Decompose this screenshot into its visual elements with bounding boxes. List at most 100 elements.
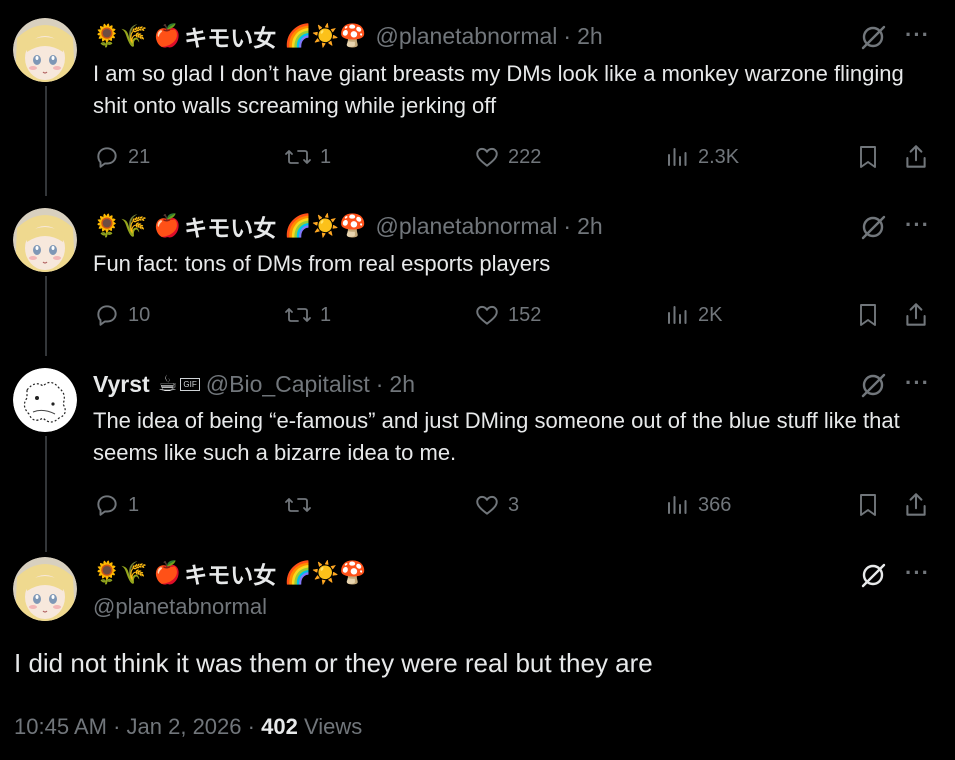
tweet-text: Fun fact: tons of DMs from real esports … — [93, 251, 551, 276]
share-icon — [906, 145, 926, 168]
post-time[interactable]: 10:45 AM — [14, 714, 107, 739]
separator-dot: · — [563, 212, 572, 239]
like-icon — [476, 495, 498, 515]
repost-button[interactable]: 1 — [284, 300, 331, 330]
repost-icon — [285, 498, 311, 512]
share-icon — [906, 303, 926, 326]
separator-dot: · — [563, 22, 572, 49]
bookmark-icon — [860, 494, 876, 516]
separator-dot: · — [247, 714, 262, 739]
avatar[interactable] — [13, 368, 77, 432]
timestamp[interactable]: 2h — [389, 371, 415, 398]
tweet-header: 🌻🌾 🍎 キモい女 🌈☀️🍄 @planetabnormal · 2h — [93, 209, 603, 243]
display-name[interactable]: キモい女 — [184, 19, 276, 53]
reply-count: 21 — [128, 145, 151, 168]
repost-icon — [285, 150, 311, 164]
post-date[interactable]: Jan 2, 2026 — [127, 714, 242, 739]
views-button[interactable]: 2.3K — [666, 142, 739, 172]
tweet-text: I did not think it was them or they were… — [14, 648, 653, 678]
views-button[interactable]: 366 — [666, 490, 731, 520]
like-button[interactable]: 152 — [474, 300, 541, 330]
tweet[interactable]: 🌻🌾 🍎 キモい女 🌈☀️🍄 @planetabnormal · 2h ··· … — [0, 190, 955, 356]
bookmark-button[interactable] — [856, 490, 880, 520]
bookmark-icon — [860, 146, 876, 168]
like-button[interactable]: 3 — [474, 490, 519, 520]
repost-count: 1 — [320, 303, 332, 326]
display-name-emoji-prefix: 🌻🌾 🍎 — [93, 213, 182, 238]
views-label: Views — [303, 714, 363, 739]
reply-button[interactable]: 21 — [94, 142, 150, 172]
share-icon — [906, 493, 926, 516]
user-handle[interactable]: @planetabnormal — [375, 23, 557, 50]
timestamp[interactable]: 2h — [577, 23, 603, 50]
user-handle[interactable]: @planetabnormal — [93, 594, 267, 620]
bookmark-icon — [860, 304, 876, 326]
bookmark-button[interactable] — [856, 142, 880, 172]
share-button[interactable] — [903, 142, 929, 172]
share-button[interactable] — [903, 490, 929, 520]
conversation-thread: 🌻🌾 🍎 キモい女 🌈☀️🍄 @planetabnormal · 2h ··· … — [0, 0, 955, 760]
avatar[interactable] — [13, 208, 77, 272]
avatar[interactable] — [13, 18, 77, 82]
user-handle[interactable]: @Bio_Capitalist — [206, 371, 370, 398]
reply-count: 1 — [128, 493, 140, 516]
tweet-text: The idea of being “e-famous” and just DM… — [93, 408, 900, 465]
display-name-emoji-suffix: 🌈☀️🍄 — [284, 560, 367, 585]
user-handle[interactable]: @planetabnormal — [375, 213, 557, 240]
like-count: 152 — [508, 303, 542, 326]
reply-icon — [97, 147, 117, 168]
display-name-emoji-prefix: 🌻🌾 🍎 — [93, 23, 182, 48]
display-name[interactable]: キモい女 — [184, 209, 276, 243]
views-count: 2.3K — [698, 145, 740, 168]
like-button[interactable]: 222 — [474, 142, 541, 172]
display-name[interactable]: キモい女 — [184, 556, 276, 590]
views-icon — [668, 306, 687, 324]
reply-button[interactable]: 10 — [94, 300, 150, 330]
like-count: 222 — [508, 145, 542, 168]
reply-button[interactable]: 1 — [94, 490, 139, 520]
like-count: 3 — [508, 493, 520, 516]
grok-icon[interactable] — [858, 212, 888, 242]
repost-count: 1 — [320, 145, 332, 168]
like-icon — [476, 147, 498, 167]
more-icon[interactable]: ··· — [905, 212, 930, 238]
reply-icon — [97, 495, 117, 516]
tweet-actions: 10 1 152 2K — [0, 300, 955, 330]
display-name-emoji-suffix: 🌈☀️🍄 — [284, 213, 367, 238]
views-button[interactable]: 2K — [666, 300, 722, 330]
display-name-emoji-prefix: 🌻🌾 🍎 — [93, 560, 182, 585]
views-icon — [668, 148, 687, 166]
like-icon — [476, 305, 498, 325]
timestamp[interactable]: 2h — [577, 213, 603, 240]
separator-dot: · — [375, 370, 384, 397]
separator-dot: · — [113, 714, 127, 739]
tweet[interactable]: 🌻🌾 🍎 キモい女 🌈☀️🍄 @planetabnormal · 2h ··· … — [0, 0, 955, 196]
more-icon[interactable]: ··· — [905, 370, 930, 396]
display-name[interactable]: Vyrst — [93, 371, 150, 398]
thread-connector — [45, 86, 47, 196]
focused-tweet-header: 🌻🌾 🍎 キモい女 🌈☀️🍄 — [93, 556, 369, 590]
repost-button[interactable] — [284, 490, 320, 520]
tweet-text: I am so glad I don’t have giant breasts … — [93, 61, 904, 118]
more-icon[interactable]: ··· — [905, 560, 930, 586]
reply-icon — [97, 305, 117, 326]
tweet-actions: 1 3 366 — [0, 490, 955, 520]
reply-count: 10 — [128, 303, 151, 326]
gif-badge: GIF — [180, 377, 200, 391]
repost-icon — [285, 308, 311, 322]
avatar[interactable] — [13, 557, 77, 621]
views-count: 366 — [698, 493, 732, 516]
bookmark-button[interactable] — [856, 300, 880, 330]
tweet[interactable]: Vyrst ☕ GIF @Bio_Capitalist · 2h ··· The… — [0, 350, 955, 552]
tweet-header: 🌻🌾 🍎 キモい女 🌈☀️🍄 @planetabnormal · 2h — [93, 19, 603, 53]
views-icon — [668, 496, 687, 514]
grok-icon[interactable] — [858, 22, 888, 52]
grok-icon[interactable] — [858, 560, 888, 590]
grok-icon[interactable] — [858, 370, 888, 400]
tweet-metadata: 10:45 AM · Jan 2, 2026 · 402 Views — [14, 714, 362, 740]
views-count: 2K — [698, 303, 723, 326]
share-button[interactable] — [903, 300, 929, 330]
repost-button[interactable]: 1 — [284, 142, 331, 172]
display-name-emoji-suffix: 🌈☀️🍄 — [284, 23, 367, 48]
more-icon[interactable]: ··· — [905, 22, 930, 48]
